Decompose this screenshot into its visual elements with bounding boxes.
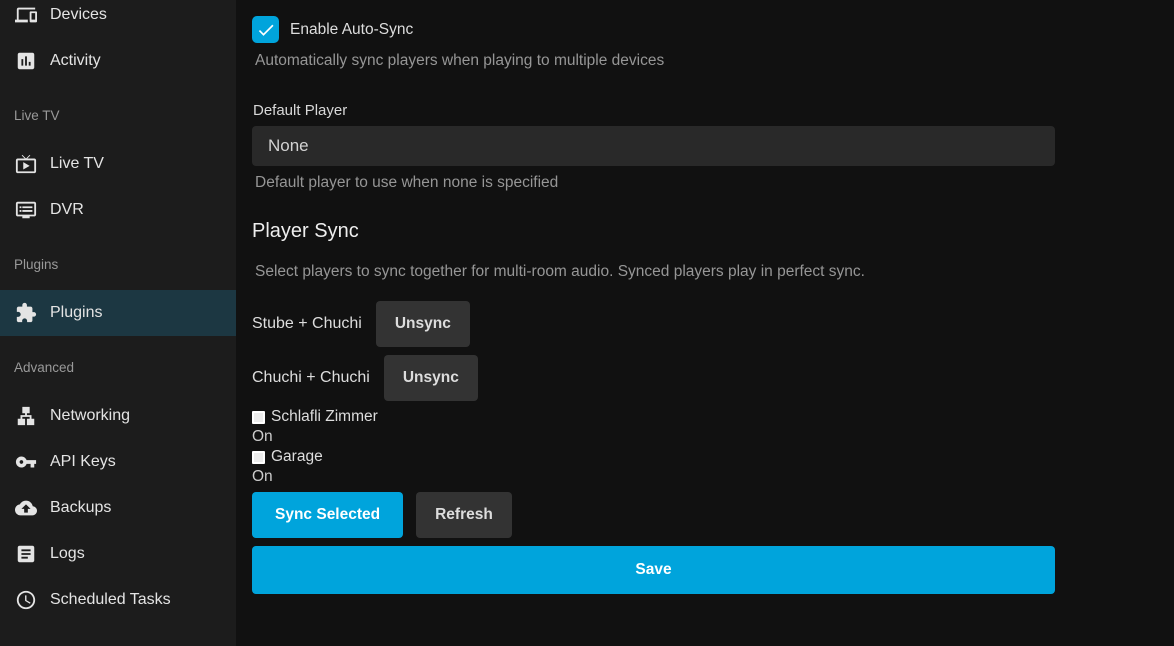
networking-icon bbox=[14, 404, 38, 428]
backup-cloud-icon bbox=[14, 496, 38, 520]
sidebar-item-label: Networking bbox=[50, 407, 130, 425]
sidebar-item-api-keys[interactable]: API Keys bbox=[0, 439, 236, 485]
activity-icon bbox=[14, 49, 38, 73]
sidebar-item-label: DVR bbox=[50, 201, 84, 219]
sidebar-item-label: Activity bbox=[50, 52, 101, 70]
default-player-description: Default player to use when none is speci… bbox=[255, 173, 1055, 192]
synced-group-row: Stube + Chuchi Unsync bbox=[252, 301, 1055, 347]
sidebar-item-label: API Keys bbox=[50, 453, 116, 471]
sidebar-item-label: Live TV bbox=[50, 155, 104, 173]
save-button[interactable]: Save bbox=[252, 546, 1055, 594]
auto-sync-label[interactable]: Enable Auto-Sync bbox=[290, 21, 413, 39]
sidebar-item-networking[interactable]: Networking bbox=[0, 393, 236, 439]
sidebar-section-header-live-tv: Live TV bbox=[0, 108, 236, 126]
synced-group-label: Chuchi + Chuchi bbox=[252, 369, 370, 387]
default-player-value: None bbox=[268, 136, 309, 156]
sidebar-item-plugins[interactable]: Plugins bbox=[0, 290, 236, 336]
sidebar-item-label: Scheduled Tasks bbox=[50, 591, 171, 609]
synced-group-label: Stube + Chuchi bbox=[252, 315, 362, 333]
clock-icon bbox=[14, 588, 38, 612]
sidebar-item-label: Devices bbox=[50, 6, 107, 24]
player-sync-description: Select players to sync together for mult… bbox=[255, 263, 1055, 281]
sidebar-item-scheduled-tasks[interactable]: Scheduled Tasks bbox=[0, 577, 236, 623]
sidebar-item-label: Logs bbox=[50, 545, 85, 563]
player-sync-title: Player Sync bbox=[252, 219, 1055, 243]
player-label: Schlafli Zimmer bbox=[271, 408, 378, 426]
sidebar-item-label: Backups bbox=[50, 499, 111, 517]
unsync-button[interactable]: Unsync bbox=[376, 301, 470, 347]
player-checkbox[interactable] bbox=[252, 451, 265, 464]
player-status: On bbox=[252, 467, 1055, 487]
sidebar-item-dvr[interactable]: DVR bbox=[0, 187, 236, 233]
default-player-label: Default Player bbox=[253, 102, 1055, 119]
sidebar-item-activity[interactable]: Activity bbox=[0, 38, 236, 84]
sidebar-item-label: Plugins bbox=[50, 304, 102, 322]
sidebar-section-header-advanced: Advanced bbox=[0, 360, 236, 378]
unsync-button[interactable]: Unsync bbox=[384, 355, 478, 401]
dvr-icon bbox=[14, 198, 38, 222]
sidebar-section-header-plugins: Plugins bbox=[0, 257, 236, 275]
refresh-button[interactable]: Refresh bbox=[416, 492, 512, 538]
sidebar-item-backups[interactable]: Backups bbox=[0, 485, 236, 531]
live-tv-icon bbox=[14, 152, 38, 176]
auto-sync-row: Enable Auto-Sync bbox=[252, 16, 1055, 43]
sidebar-item-live-tv[interactable]: Live TV bbox=[0, 141, 236, 187]
devices-icon bbox=[14, 3, 38, 27]
key-icon bbox=[14, 450, 38, 474]
synced-group-row: Chuchi + Chuchi Unsync bbox=[252, 355, 1055, 401]
player-label: Garage bbox=[271, 448, 323, 466]
plugin-settings-panel: Enable Auto-Sync Automatically sync play… bbox=[236, 0, 1174, 594]
player-checkbox-item: Garage On bbox=[252, 447, 1055, 487]
checkmark-icon bbox=[256, 20, 276, 40]
plugins-icon bbox=[14, 301, 38, 325]
player-checkbox-line[interactable]: Schlafli Zimmer bbox=[252, 407, 1055, 427]
player-list: Schlafli Zimmer On Garage On bbox=[252, 407, 1055, 487]
auto-sync-checkbox[interactable] bbox=[252, 16, 279, 43]
player-checkbox-item: Schlafli Zimmer On bbox=[252, 407, 1055, 447]
logs-icon bbox=[14, 542, 38, 566]
sidebar: Devices Activity Live TV Live TV DVR Plu… bbox=[0, 0, 236, 646]
player-checkbox-line[interactable]: Garage bbox=[252, 447, 1055, 467]
sidebar-item-devices[interactable]: Devices bbox=[0, 0, 236, 38]
sidebar-nav: Devices Activity Live TV Live TV DVR Plu… bbox=[0, 0, 236, 623]
player-checkbox[interactable] bbox=[252, 411, 265, 424]
player-status: On bbox=[252, 427, 1055, 447]
sidebar-item-logs[interactable]: Logs bbox=[0, 531, 236, 577]
sync-actions: Sync Selected Refresh bbox=[252, 492, 1055, 538]
sync-selected-button[interactable]: Sync Selected bbox=[252, 492, 403, 538]
auto-sync-description: Automatically sync players when playing … bbox=[255, 51, 1055, 70]
default-player-select[interactable]: None bbox=[252, 126, 1055, 166]
